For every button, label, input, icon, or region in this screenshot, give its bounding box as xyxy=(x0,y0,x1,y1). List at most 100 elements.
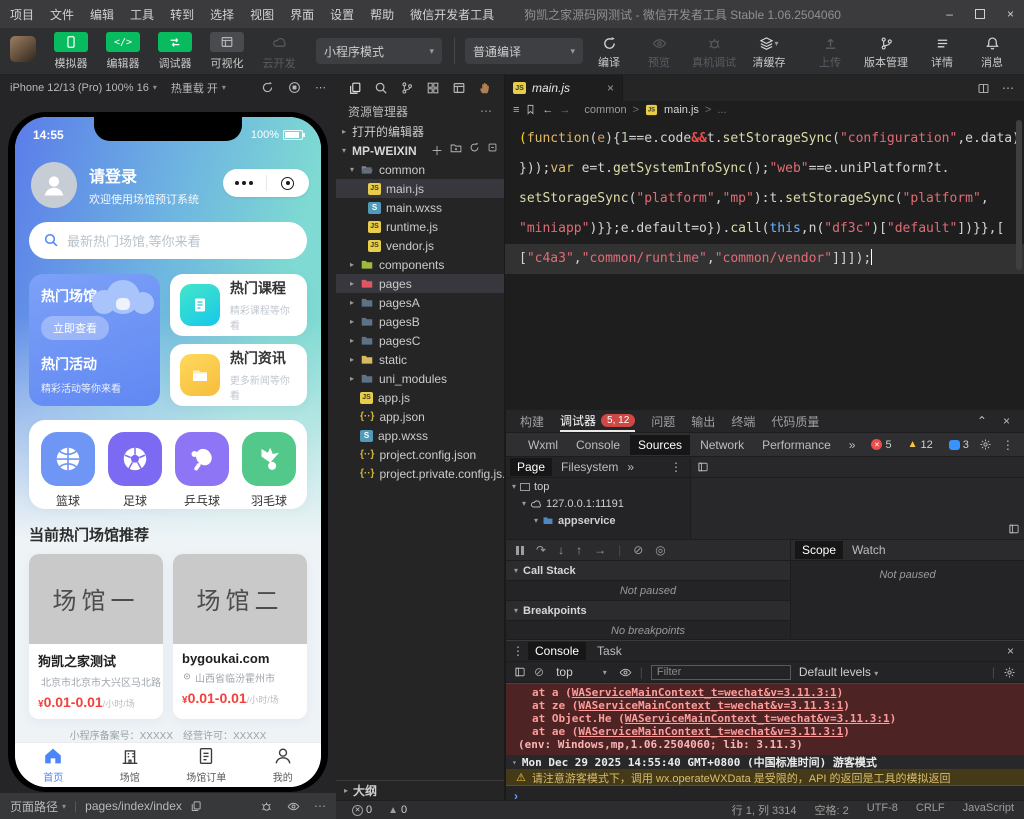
category-pingpong[interactable]: 乒乓球 xyxy=(175,432,229,499)
venue-card-1[interactable]: 场馆一 狗凯之家测试 北京市北京市大兴区马北路 ¥0.01-0.01/小时/场 xyxy=(29,554,163,719)
capsule-more-icon[interactable] xyxy=(223,181,266,185)
search-bar[interactable]: 最新热门场馆,等你来看 xyxy=(29,222,307,259)
compile-button[interactable]: 编译 xyxy=(585,32,633,70)
editor-scrollbar[interactable] xyxy=(1016,120,1022,270)
minimize-button[interactable]: – xyxy=(946,7,953,21)
sources-tree-appservice[interactable]: ▾appservice xyxy=(506,512,690,529)
eol-setting[interactable]: CRLF xyxy=(916,802,945,818)
devtools-menu-icon[interactable]: ⋮ xyxy=(1002,438,1014,452)
tree-folder-components[interactable]: ▸components xyxy=(336,255,504,274)
console-filter-input[interactable] xyxy=(651,665,791,680)
tab-home[interactable]: 首页 xyxy=(15,743,92,787)
stack-link[interactable]: WAServiceMainContext_t=wechat&v=3.11.3:1 xyxy=(578,725,843,738)
hot-news-card[interactable]: 热门资讯更多新闻等你看 xyxy=(170,344,307,406)
tree-file-main-js[interactable]: JSmain.js xyxy=(336,179,504,198)
hot-activity-block[interactable]: 热门活动 精彩活动等你来看 xyxy=(41,354,148,395)
tab-orders[interactable]: 场馆订单 xyxy=(168,743,245,787)
collapse-all-icon[interactable] xyxy=(487,142,498,153)
copy-icon[interactable] xyxy=(190,800,202,812)
tab-debugger[interactable]: 调试器5, 12 xyxy=(560,410,635,432)
cursor-position[interactable]: 行 1, 列 3314 xyxy=(732,802,797,818)
outline-section[interactable]: ▸大纲 xyxy=(336,780,504,800)
compile-mode-select[interactable]: 普通编译▾ xyxy=(465,38,583,64)
menu-select[interactable]: 选择 xyxy=(210,6,234,23)
tree-folder-pages[interactable]: ▸pages xyxy=(336,274,504,293)
tab-console[interactable]: Console xyxy=(568,435,628,455)
nav-back-icon[interactable]: ← xyxy=(542,104,553,116)
menu-project[interactable]: 项目 xyxy=(10,6,34,23)
indent-setting[interactable]: 空格: 2 xyxy=(815,802,849,818)
window-layout-icon[interactable] xyxy=(452,81,466,95)
stack-link[interactable]: WAServiceMainContext_t=wechat&v=3.11.3:1 xyxy=(625,712,890,725)
sources-more-tabs-icon[interactable]: » xyxy=(627,460,634,474)
capsule-close-icon[interactable] xyxy=(267,177,310,190)
problems-errors[interactable]: ✕0 xyxy=(352,804,372,816)
messages-button[interactable]: 消息 xyxy=(968,32,1016,70)
tab-main-js[interactable]: JS main.js × xyxy=(505,75,623,101)
sim-refresh-icon[interactable] xyxy=(261,81,274,94)
menu-file[interactable]: 文件 xyxy=(50,6,74,23)
drawer-menu-icon[interactable]: ⋮ xyxy=(512,644,524,658)
tree-file-project-private-config[interactable]: {··}project.private.config.js... xyxy=(336,464,504,483)
tree-folder-pagesC[interactable]: ▸pagesC xyxy=(336,331,504,350)
problems-warnings[interactable]: ▲0 xyxy=(388,804,407,816)
tab-mine[interactable]: 我的 xyxy=(245,743,322,787)
tab-wxml[interactable]: Wxml xyxy=(520,435,566,455)
sources-tab-filesystem[interactable]: Filesystem xyxy=(554,458,625,476)
log-levels-select[interactable]: Default levels ▾ xyxy=(799,665,878,679)
new-folder-icon[interactable] xyxy=(450,142,462,154)
clear-cache-button[interactable]: ▾ 清缓存 xyxy=(745,32,793,70)
close-button[interactable]: × xyxy=(1007,7,1014,21)
devtools-settings-icon[interactable] xyxy=(979,438,992,451)
tree-file-main-wxss[interactable]: Smain.wxss xyxy=(336,198,504,217)
tab-performance[interactable]: Performance xyxy=(754,435,839,455)
menu-goto[interactable]: 转到 xyxy=(170,6,194,23)
tab-build[interactable]: 构建 xyxy=(520,413,544,430)
pagebar-bug-icon[interactable] xyxy=(260,800,273,813)
tree-file-runtime-js[interactable]: JSruntime.js xyxy=(336,217,504,236)
sources-tree-host[interactable]: ▾127.0.0.1:11191 xyxy=(506,495,690,512)
category-basketball[interactable]: 篮球 xyxy=(41,432,95,499)
editor-toggle-button[interactable]: </> 编辑器 xyxy=(98,32,148,71)
tree-folder-static[interactable]: ▸static xyxy=(336,350,504,369)
tree-folder-uni-modules[interactable]: ▸uni_modules xyxy=(336,369,504,388)
outline-list-icon[interactable]: ≡ xyxy=(513,104,519,116)
venue-card-2[interactable]: 场馆二 bygoukai.com 山西省临汾霍州市 ¥0.01-0.01/小时/… xyxy=(173,554,307,719)
category-football[interactable]: 足球 xyxy=(108,432,162,499)
sim-more-icon[interactable]: ⋯ xyxy=(315,81,326,94)
split-editor-icon[interactable] xyxy=(977,82,990,95)
more-tabs-icon[interactable]: » xyxy=(841,435,864,455)
tree-file-app-wxss[interactable]: Sapp.wxss xyxy=(336,426,504,445)
call-stack-header[interactable]: ▾Call Stack xyxy=(506,561,790,581)
debugger-toggle-button[interactable]: 调试器 xyxy=(150,32,200,71)
tree-file-app-json[interactable]: {··}app.json xyxy=(336,407,504,426)
tab-sources[interactable]: Sources xyxy=(630,435,690,455)
console-settings-icon[interactable] xyxy=(1003,666,1016,679)
page-path-select[interactable]: 页面路径▾ xyxy=(10,798,66,815)
details-button[interactable]: 详情 xyxy=(918,32,966,70)
close-tab-icon[interactable]: × xyxy=(607,81,614,95)
console-eye-icon[interactable] xyxy=(619,666,632,679)
warning-count[interactable]: ▲12 xyxy=(908,439,933,451)
stack-link[interactable]: WAServiceMainContext_t=wechat&v=3.11.3:1 xyxy=(578,699,843,712)
open-editors-section[interactable]: ▸打开的编辑器 xyxy=(336,122,504,141)
breakpoints-header[interactable]: ▾Breakpoints xyxy=(506,601,790,621)
tab-output[interactable]: 输出 xyxy=(691,413,715,430)
menu-help[interactable]: 帮助 xyxy=(370,6,394,23)
hot-venue-card[interactable]: 热门场馆 立即查看 热门活动 精彩活动等你来看 xyxy=(29,274,160,406)
crumb-common[interactable]: common xyxy=(584,104,626,116)
tab-network[interactable]: Network xyxy=(692,435,752,455)
menu-edit[interactable]: 编辑 xyxy=(90,6,114,23)
tree-file-project-config[interactable]: {··}project.config.json xyxy=(336,445,504,464)
capsule-button[interactable] xyxy=(223,169,309,197)
pagebar-more-icon[interactable]: ⋯ xyxy=(314,799,326,813)
deactivate-breakpoints-icon[interactable]: ⊘ xyxy=(633,543,643,557)
drawer-close-icon[interactable]: × xyxy=(1007,644,1018,658)
maximize-button[interactable] xyxy=(975,9,985,19)
search-icon[interactable] xyxy=(374,81,388,95)
step-out-icon[interactable]: ↑ xyxy=(576,543,582,557)
info-count[interactable]: 3 xyxy=(949,439,969,451)
hot-reload-toggle[interactable]: 热重载 开▾ xyxy=(171,80,226,96)
language-mode[interactable]: JavaScript xyxy=(963,802,1014,818)
tree-folder-pagesB[interactable]: ▸pagesB xyxy=(336,312,504,331)
